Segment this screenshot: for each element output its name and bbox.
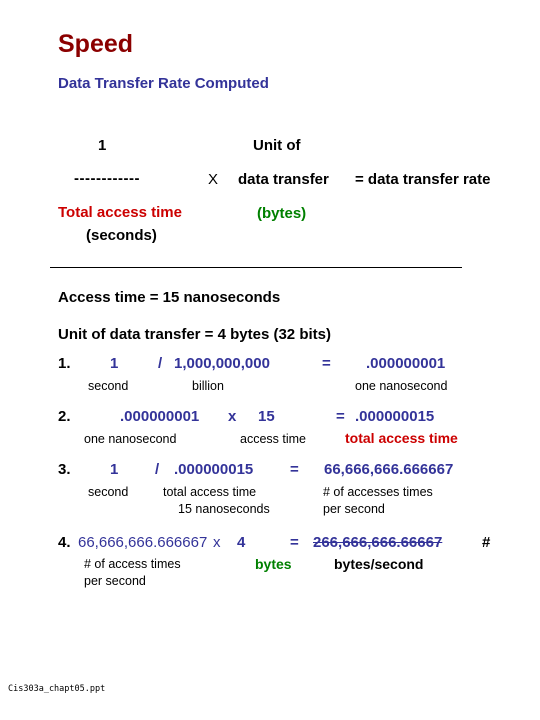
step-2-operand-b: 15 bbox=[258, 408, 275, 425]
step-3-operand-a: 1 bbox=[110, 461, 119, 478]
formula-factor-line1: Unit of bbox=[253, 137, 301, 154]
step-4-result-suffix: # bbox=[482, 534, 491, 551]
step-1-equals: = bbox=[322, 355, 331, 372]
step-2-equals: = bbox=[336, 408, 345, 425]
step-3-caption-result-line1: # of accesses times bbox=[323, 485, 433, 499]
step-3-operand-b: .000000015 bbox=[174, 461, 254, 478]
step-4-caption-a-line1: # of access times bbox=[84, 557, 181, 571]
step-3-caption-result-line2: per second bbox=[323, 502, 385, 516]
step-4-operand-a: 66,666,666.666667 bbox=[78, 534, 208, 551]
step-1-number: 1. bbox=[58, 355, 71, 372]
formula-multiply-symbol: X bbox=[208, 171, 219, 188]
step-4-caption-a-line2: per second bbox=[84, 574, 146, 588]
step-4-caption-b: bytes bbox=[255, 556, 292, 572]
step-1-operand-a: 1 bbox=[110, 355, 119, 372]
given-unit-of-data-transfer: Unit of data transfer = 4 bytes (32 bits… bbox=[58, 326, 331, 343]
step-1-operator: / bbox=[158, 355, 163, 372]
step-1-operand-b: 1,000,000,000 bbox=[174, 355, 270, 372]
formula-denominator-unit: (seconds) bbox=[86, 227, 157, 244]
step-3-caption-a: second bbox=[88, 485, 129, 499]
page-title: Speed bbox=[58, 30, 134, 58]
formula-result: = data transfer rate bbox=[355, 171, 491, 188]
step-3-equals: = bbox=[290, 461, 299, 478]
step-2-result: .000000015 bbox=[355, 408, 435, 425]
slide-canvas: Speed Data Transfer Rate Computed 1 Unit… bbox=[0, 0, 540, 720]
step-4-number: 4. bbox=[58, 534, 71, 551]
step-2-operand-a: .000000001 bbox=[120, 408, 200, 425]
given-access-time: Access time = 15 nanoseconds bbox=[58, 289, 281, 306]
formula-factor-line2: data transfer bbox=[238, 171, 329, 188]
horizontal-divider bbox=[50, 267, 462, 268]
step-1-caption-a: second bbox=[88, 379, 129, 393]
formula-denominator: Total access time bbox=[58, 204, 182, 221]
formula-fraction-bar: ------------ bbox=[74, 170, 140, 187]
step-1-caption-result: one nanosecond bbox=[355, 379, 448, 393]
step-1-caption-b: billion bbox=[192, 379, 224, 393]
step-4-equals: = bbox=[290, 534, 299, 551]
step-2-operator: x bbox=[228, 408, 237, 425]
step-2-caption-b: access time bbox=[240, 432, 306, 446]
step-2-caption-result: total access time bbox=[345, 430, 458, 446]
formula-factor-unit: (bytes) bbox=[257, 205, 307, 222]
step-1-result: .000000001 bbox=[366, 355, 446, 372]
step-3-caption-b-line1: total access time bbox=[163, 485, 257, 499]
step-3-operator: / bbox=[155, 461, 160, 478]
step-4-result: 266,666,666.66667 bbox=[313, 534, 443, 551]
step-2-caption-a: one nanosecond bbox=[84, 432, 177, 446]
step-3-number: 3. bbox=[58, 461, 71, 478]
formula-numerator: 1 bbox=[98, 137, 107, 154]
step-4-operator: x bbox=[213, 534, 221, 551]
step-4-caption-result: bytes/second bbox=[334, 556, 424, 572]
page-subtitle: Data Transfer Rate Computed bbox=[58, 75, 269, 92]
footer-filename: Cis303a_chapt05.ppt bbox=[8, 684, 106, 694]
step-2-number: 2. bbox=[58, 408, 71, 425]
step-3-result: 66,666,666.666667 bbox=[324, 461, 454, 478]
step-3-caption-b-line2: 15 nanoseconds bbox=[178, 502, 270, 516]
step-4-operand-b: 4 bbox=[237, 534, 246, 551]
